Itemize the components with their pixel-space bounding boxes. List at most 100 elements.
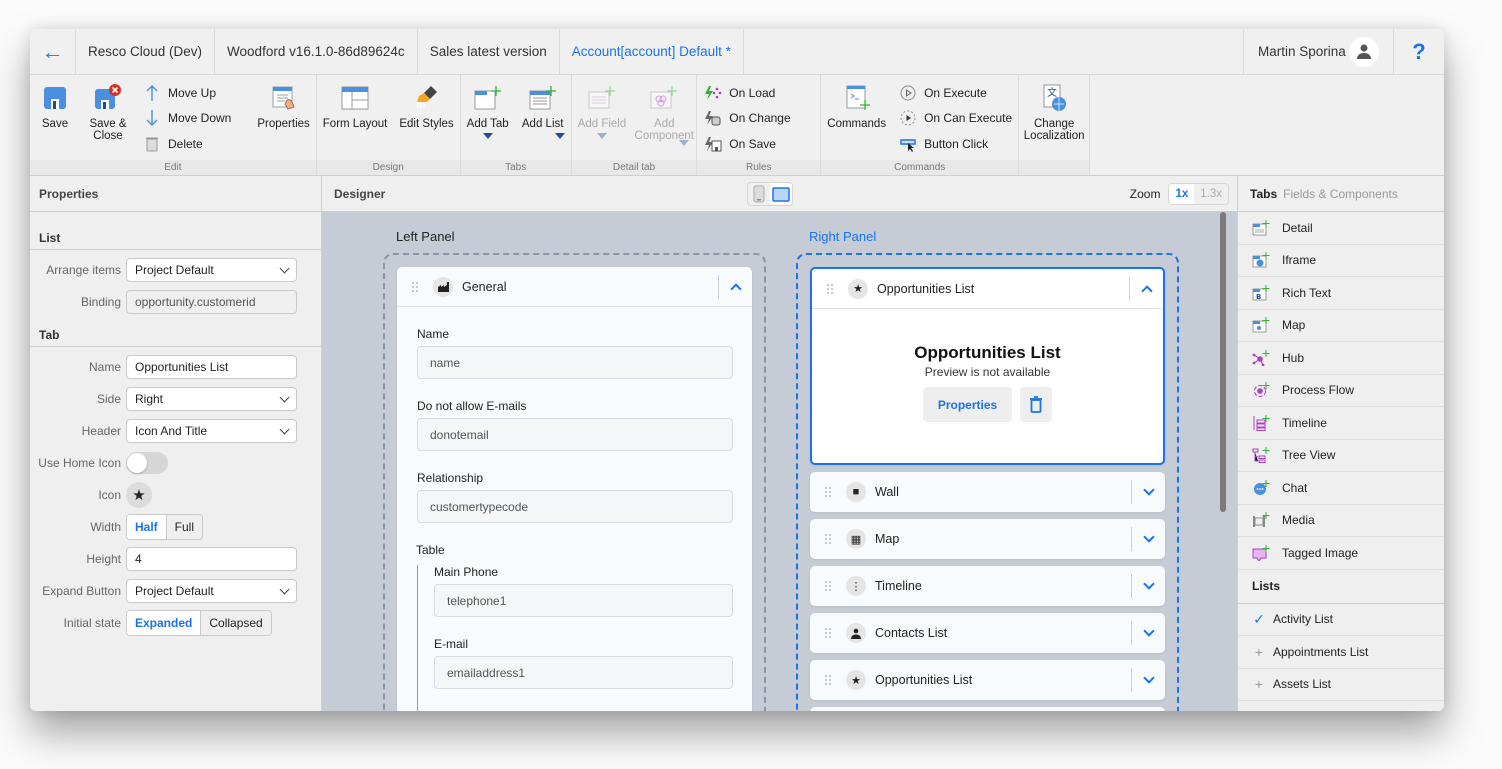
height-input[interactable]: 4 xyxy=(126,547,297,571)
drag-handle-icon[interactable] xyxy=(411,280,419,293)
ribbon-group-label: Tabs xyxy=(460,160,571,175)
timeline-card[interactable]: ⋮ Timeline xyxy=(810,566,1165,606)
expand-button[interactable] xyxy=(1131,621,1165,645)
arrange-items-select[interactable]: Project Default xyxy=(126,258,297,282)
zoom-1-3x-option[interactable]: 1.3x xyxy=(1194,184,1228,204)
back-button[interactable]: ← xyxy=(30,29,76,74)
contacts-list-card[interactable]: Contacts List xyxy=(810,613,1165,653)
help-button[interactable]: ? xyxy=(1394,29,1444,74)
chevron-down-icon xyxy=(1142,672,1155,684)
on-can-execute-button[interactable]: On Can Execute xyxy=(898,106,1012,130)
add-map-item[interactable]: Map xyxy=(1238,310,1444,342)
icon-picker[interactable]: ★ xyxy=(126,482,152,508)
add-process-flow-item[interactable]: Process Flow xyxy=(1238,375,1444,407)
collapse-button[interactable] xyxy=(1129,277,1163,301)
appointments-list-item[interactable]: + Appointments List xyxy=(1238,636,1444,669)
card-properties-button[interactable]: Properties xyxy=(922,387,1013,422)
on-load-button[interactable]: On Load xyxy=(703,81,790,105)
drag-handle-icon[interactable] xyxy=(826,282,834,295)
header-select[interactable]: Icon And Title xyxy=(126,419,297,443)
tablet-view-button[interactable] xyxy=(770,183,792,205)
move-down-button[interactable]: Move Down xyxy=(142,106,231,130)
add-chat-item[interactable]: Chat xyxy=(1238,472,1444,505)
tab-fields-components[interactable]: Fields & Components xyxy=(1283,187,1398,201)
use-home-icon-toggle[interactable] xyxy=(126,452,168,474)
move-up-button[interactable]: Move Up xyxy=(142,81,231,105)
designer-scrollbar[interactable] xyxy=(1220,212,1226,512)
drag-handle-icon[interactable] xyxy=(824,627,832,639)
add-field-button[interactable]: Add Field xyxy=(572,75,633,159)
delete-button[interactable]: Delete xyxy=(142,132,231,156)
name-input[interactable]: Opportunities List xyxy=(126,355,297,379)
side-select[interactable]: Right xyxy=(126,387,297,411)
width-half-option[interactable]: Half xyxy=(127,515,166,539)
edit-styles-button[interactable]: Edit Styles xyxy=(393,75,459,159)
add-tree-view-item[interactable]: Tree View xyxy=(1238,440,1444,472)
wall-card[interactable]: ■ Wall xyxy=(810,472,1165,512)
drag-handle-icon[interactable] xyxy=(824,486,832,498)
phone-view-button[interactable] xyxy=(748,183,770,205)
breadcrumb-form[interactable]: Account[account] Default * xyxy=(560,29,744,74)
add-iframe-item[interactable]: Iframe xyxy=(1238,245,1444,277)
breadcrumb-project[interactable]: Sales latest version xyxy=(418,29,560,74)
add-hub-item[interactable]: Hub xyxy=(1238,342,1444,375)
ribbon-group-rules: On Load On Change On Save Rules xyxy=(697,75,822,175)
field-relationship[interactable]: customertypecode xyxy=(417,490,733,523)
properties-ribbon-button[interactable]: Properties xyxy=(251,75,315,159)
zoom-1x-option[interactable]: 1x xyxy=(1169,184,1195,204)
form-layout-button[interactable]: Form Layout xyxy=(317,75,394,159)
add-timeline-item[interactable]: Timeline xyxy=(1238,407,1444,440)
on-change-button[interactable]: On Change xyxy=(703,106,791,130)
ribbon-group-label: Commands xyxy=(821,160,1019,175)
user-menu[interactable]: Martin Sporina xyxy=(1244,29,1394,74)
opportunities-list-card-selected[interactable]: ★ Opportunities List Opportunities List … xyxy=(810,267,1165,465)
width-full-option[interactable]: Full xyxy=(165,515,203,539)
expand-button[interactable] xyxy=(1131,527,1165,551)
on-save-button[interactable]: On Save xyxy=(703,132,790,156)
breadcrumb-org[interactable]: Resco Cloud (Dev) xyxy=(76,29,216,74)
drag-handle-icon[interactable] xyxy=(824,674,832,686)
activity-list-item[interactable]: ✓ Activity List xyxy=(1238,604,1444,636)
add-component-button[interactable]: Add Component xyxy=(632,75,696,159)
dropdown-caret-icon[interactable] xyxy=(679,140,690,146)
map-card[interactable]: ▦ Map xyxy=(810,519,1165,559)
field-label: Do not allow E-mails xyxy=(417,399,527,413)
initial-collapsed-option[interactable]: Collapsed xyxy=(200,611,271,635)
tab-tabs[interactable]: Tabs xyxy=(1250,187,1277,201)
expand-button[interactable] xyxy=(1131,480,1165,504)
breadcrumb-woodford[interactable]: Woodford v16.1.0-86d89624c xyxy=(215,29,418,74)
add-rich-text-item[interactable]: B Rich Text xyxy=(1238,277,1444,310)
assets-list-item[interactable]: + Assets List xyxy=(1238,669,1444,701)
add-tab-button[interactable]: Add Tab xyxy=(461,75,515,159)
expand-button[interactable] xyxy=(1131,574,1165,598)
add-list-button[interactable]: Add List xyxy=(515,75,571,159)
on-execute-button[interactable]: On Execute xyxy=(898,81,1012,105)
add-media-item[interactable]: Media xyxy=(1238,505,1444,537)
drag-handle-icon[interactable] xyxy=(824,533,832,545)
field-donotemail[interactable]: donotemail xyxy=(417,418,733,451)
add-detail-item[interactable]: Detail xyxy=(1238,212,1444,245)
initial-expanded-option[interactable]: Expanded xyxy=(127,611,201,635)
general-card[interactable]: General Name name Do not allow E-mails d… xyxy=(397,267,752,711)
drag-handle-icon[interactable] xyxy=(824,580,832,592)
chat-bubble-icon: ■ xyxy=(846,482,866,502)
card-delete-button[interactable] xyxy=(1020,387,1053,422)
dropdown-caret-icon[interactable] xyxy=(554,133,565,139)
save-close-button[interactable]: Save & Close xyxy=(80,75,136,159)
add-tagged-image-item[interactable]: Tagged Image xyxy=(1238,537,1444,570)
expand-button-select[interactable]: Project Default xyxy=(126,579,297,603)
opportunities-list-card[interactable]: ★ Opportunities List xyxy=(810,660,1165,700)
collapse-button[interactable] xyxy=(718,275,752,299)
change-localization-button[interactable]: 文 Change Localization xyxy=(1019,75,1089,159)
next-card[interactable] xyxy=(810,707,1165,711)
field-main-phone[interactable]: telephone1 xyxy=(434,584,733,617)
save-button[interactable]: Save xyxy=(30,75,80,159)
field-email[interactable]: emailaddress1 xyxy=(434,656,733,689)
button-click-button[interactable]: Button Click xyxy=(898,132,1012,156)
expand-button[interactable] xyxy=(1131,668,1165,692)
dropdown-caret-icon[interactable] xyxy=(482,133,493,139)
dropdown-caret-icon[interactable] xyxy=(596,133,607,139)
table-label: Table xyxy=(416,543,445,557)
commands-button[interactable]: Commands xyxy=(821,75,892,159)
field-name[interactable]: name xyxy=(417,346,733,379)
